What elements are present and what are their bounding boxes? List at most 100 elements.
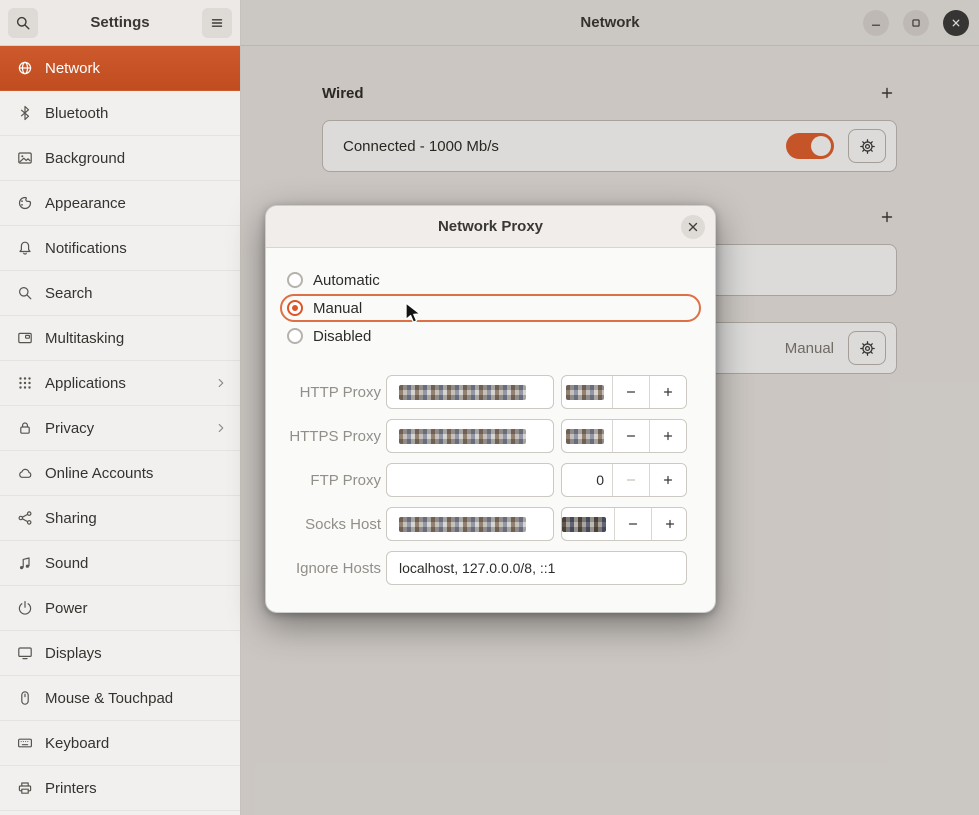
dialog-body: Automatic Manual Disabled HTTP Proxy xyxy=(266,248,715,585)
ignore-hosts-label: Ignore Hosts xyxy=(280,560,381,577)
ftp-port-increment-button[interactable] xyxy=(649,464,686,496)
proxy-option-disabled[interactable]: Disabled xyxy=(280,322,701,350)
sidebar-item-label: Keyboard xyxy=(45,735,228,752)
wired-settings-button[interactable] xyxy=(848,129,886,163)
sidebar-item-label: Appearance xyxy=(45,195,228,212)
sidebar-item-notifications[interactable]: Notifications xyxy=(0,226,240,271)
search-icon xyxy=(17,285,33,301)
bluetooth-icon xyxy=(17,105,33,121)
socks-port-decrement-button[interactable] xyxy=(614,508,651,540)
menu-button[interactable] xyxy=(202,8,232,38)
minus-icon xyxy=(624,473,638,487)
http-port-increment-button[interactable] xyxy=(649,376,686,408)
radio-unchecked-icon xyxy=(287,328,303,344)
add-wired-connection-button[interactable] xyxy=(877,83,897,103)
sidebar-item-power[interactable]: Power xyxy=(0,586,240,631)
ftp-port-spinner[interactable]: 0 xyxy=(561,463,687,497)
wired-toggle[interactable] xyxy=(786,133,834,159)
ignore-hosts-row: Ignore Hosts localhost, 127.0.0.0/8, ::1 xyxy=(280,551,701,585)
ftp-proxy-input[interactable] xyxy=(386,463,554,497)
proxy-option-manual[interactable]: Manual xyxy=(280,294,701,322)
sidebar-item-network[interactable]: Network xyxy=(0,46,240,91)
radio-checked-icon xyxy=(287,300,303,316)
sidebar-item-displays[interactable]: Displays xyxy=(0,631,240,676)
sidebar-item-label: Notifications xyxy=(45,240,228,257)
redacted-value xyxy=(399,385,526,400)
power-icon xyxy=(17,600,33,616)
plus-icon xyxy=(663,517,677,531)
sidebar-item-label: Online Accounts xyxy=(45,465,228,482)
dialog-close-button[interactable] xyxy=(681,215,705,239)
sidebar-item-label: Privacy xyxy=(45,420,202,437)
plus-icon xyxy=(661,429,675,443)
socks-port-value xyxy=(562,508,614,540)
proxy-form: HTTP Proxy HTTPS Proxy xyxy=(280,375,701,585)
http-proxy-input[interactable] xyxy=(386,375,554,409)
sidebar-item-sharing[interactable]: Sharing xyxy=(0,496,240,541)
ftp-port-decrement-button[interactable] xyxy=(612,464,649,496)
sidebar-item-mouse-touchpad[interactable]: Mouse & Touchpad xyxy=(0,676,240,721)
radio-label: Automatic xyxy=(313,272,380,289)
ftp-port-value: 0 xyxy=(562,464,612,496)
applications-grid-icon xyxy=(17,375,33,391)
close-button[interactable] xyxy=(943,10,969,36)
sidebar-item-search[interactable]: Search xyxy=(0,271,240,316)
settings-window: Settings Network Bluetooth Background Ap… xyxy=(0,0,979,815)
http-port-decrement-button[interactable] xyxy=(612,376,649,408)
sidebar-item-printers[interactable]: Printers xyxy=(0,766,240,811)
maximize-button[interactable] xyxy=(903,10,929,36)
wired-section-header: Wired xyxy=(322,78,897,108)
sidebar-item-applications[interactable]: Applications xyxy=(0,361,240,406)
wired-section-title: Wired xyxy=(322,85,364,102)
chevron-right-icon xyxy=(214,421,228,435)
proxy-settings-button[interactable] xyxy=(848,331,886,365)
sidebar-item-label: Sound xyxy=(45,555,228,572)
https-port-decrement-button[interactable] xyxy=(612,420,649,452)
wired-section: Wired Connected - 1000 Mb/s xyxy=(322,78,897,172)
displays-icon xyxy=(17,645,33,661)
minimize-button[interactable] xyxy=(863,10,889,36)
http-port-value xyxy=(562,376,612,408)
http-port-spinner[interactable] xyxy=(561,375,687,409)
redacted-value xyxy=(566,385,604,400)
network-proxy-dialog: Network Proxy Automatic Manual Disabled … xyxy=(265,205,716,613)
sidebar-item-keyboard[interactable]: Keyboard xyxy=(0,721,240,766)
socks-host-input[interactable] xyxy=(386,507,554,541)
sidebar-item-multitasking[interactable]: Multitasking xyxy=(0,316,240,361)
notifications-bell-icon xyxy=(17,240,33,256)
sidebar-title: Settings xyxy=(44,14,196,31)
sidebar-item-bluetooth[interactable]: Bluetooth xyxy=(0,91,240,136)
radio-unchecked-icon xyxy=(287,272,303,288)
redacted-value xyxy=(562,517,606,532)
socks-host-row: Socks Host xyxy=(280,507,701,541)
dialog-headerbar: Network Proxy xyxy=(266,206,715,248)
socks-port-increment-button[interactable] xyxy=(651,508,687,540)
proxy-option-automatic[interactable]: Automatic xyxy=(280,266,701,294)
https-port-spinner[interactable] xyxy=(561,419,687,453)
wired-connection-row[interactable]: Connected - 1000 Mb/s xyxy=(322,120,897,172)
ftp-proxy-label: FTP Proxy xyxy=(280,472,381,489)
https-proxy-input[interactable] xyxy=(386,419,554,453)
plus-icon xyxy=(879,85,895,101)
sidebar-item-online-accounts[interactable]: Online Accounts xyxy=(0,451,240,496)
sidebar-item-background[interactable]: Background xyxy=(0,136,240,181)
sidebar: Settings Network Bluetooth Background Ap… xyxy=(0,0,241,815)
sidebar-item-appearance[interactable]: Appearance xyxy=(0,181,240,226)
appearance-icon xyxy=(17,195,33,211)
sidebar-item-label: Multitasking xyxy=(45,330,228,347)
https-port-increment-button[interactable] xyxy=(649,420,686,452)
socks-host-label: Socks Host xyxy=(280,516,381,533)
sidebar-item-sound[interactable]: Sound xyxy=(0,541,240,586)
sidebar-item-privacy[interactable]: Privacy xyxy=(0,406,240,451)
sidebar-item-label: Applications xyxy=(45,375,202,392)
sidebar-item-label: Printers xyxy=(45,780,228,797)
close-icon xyxy=(949,16,963,30)
plus-icon xyxy=(661,385,675,399)
add-vpn-button[interactable] xyxy=(877,207,897,227)
http-proxy-row: HTTP Proxy xyxy=(280,375,701,409)
sidebar-nav: Network Bluetooth Background Appearance … xyxy=(0,46,240,815)
search-button[interactable] xyxy=(8,8,38,38)
ignore-hosts-input[interactable]: localhost, 127.0.0.0/8, ::1 xyxy=(386,551,687,585)
socks-port-spinner[interactable] xyxy=(561,507,687,541)
minus-icon xyxy=(626,517,640,531)
